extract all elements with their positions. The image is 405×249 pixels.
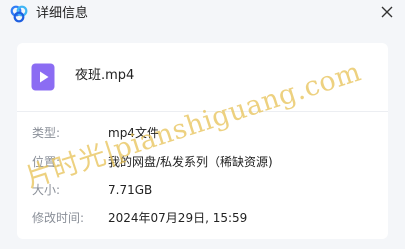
modified-value: 2024年07月29日, 15:59 [108,211,248,225]
type-value: mp4文件 [108,126,159,140]
size-label: 大小: [32,183,61,197]
details-card: 夜班.mp4 类型: mp4文件 位置: 我的网盘/私发系列（稀缺资源) 大小:… [17,43,388,239]
file-name: 夜班.mp4 [75,68,135,83]
video-file-icon [31,63,55,91]
modified-row: 修改时间: 2024年07月29日, 15:59 [17,209,388,227]
window-title: 详细信息 [36,6,89,21]
close-icon [381,6,393,18]
title-bar: 详细信息 [0,0,405,30]
type-label: 类型: [32,126,61,140]
file-header: 夜班.mp4 [17,43,388,111]
baidu-netdisk-cloud-icon [9,5,29,23]
size-row: 大小: 7.71GB [17,181,388,199]
location-value[interactable]: 我的网盘/私发系列（稀缺资源) [108,153,273,171]
location-row: 位置: 我的网盘/私发系列（稀缺资源) [17,153,388,171]
file-details-window: 详细信息 夜班.mp4 类型: mp4文件 位置: 我的网盘/私发系列（稀缺资源… [0,0,405,249]
type-row: 类型: mp4文件 [17,124,388,142]
close-button[interactable] [377,2,397,22]
divider [17,111,388,112]
modified-label: 修改时间: [32,211,85,225]
location-label: 位置: [32,155,61,169]
size-value: 7.71GB [108,183,153,197]
